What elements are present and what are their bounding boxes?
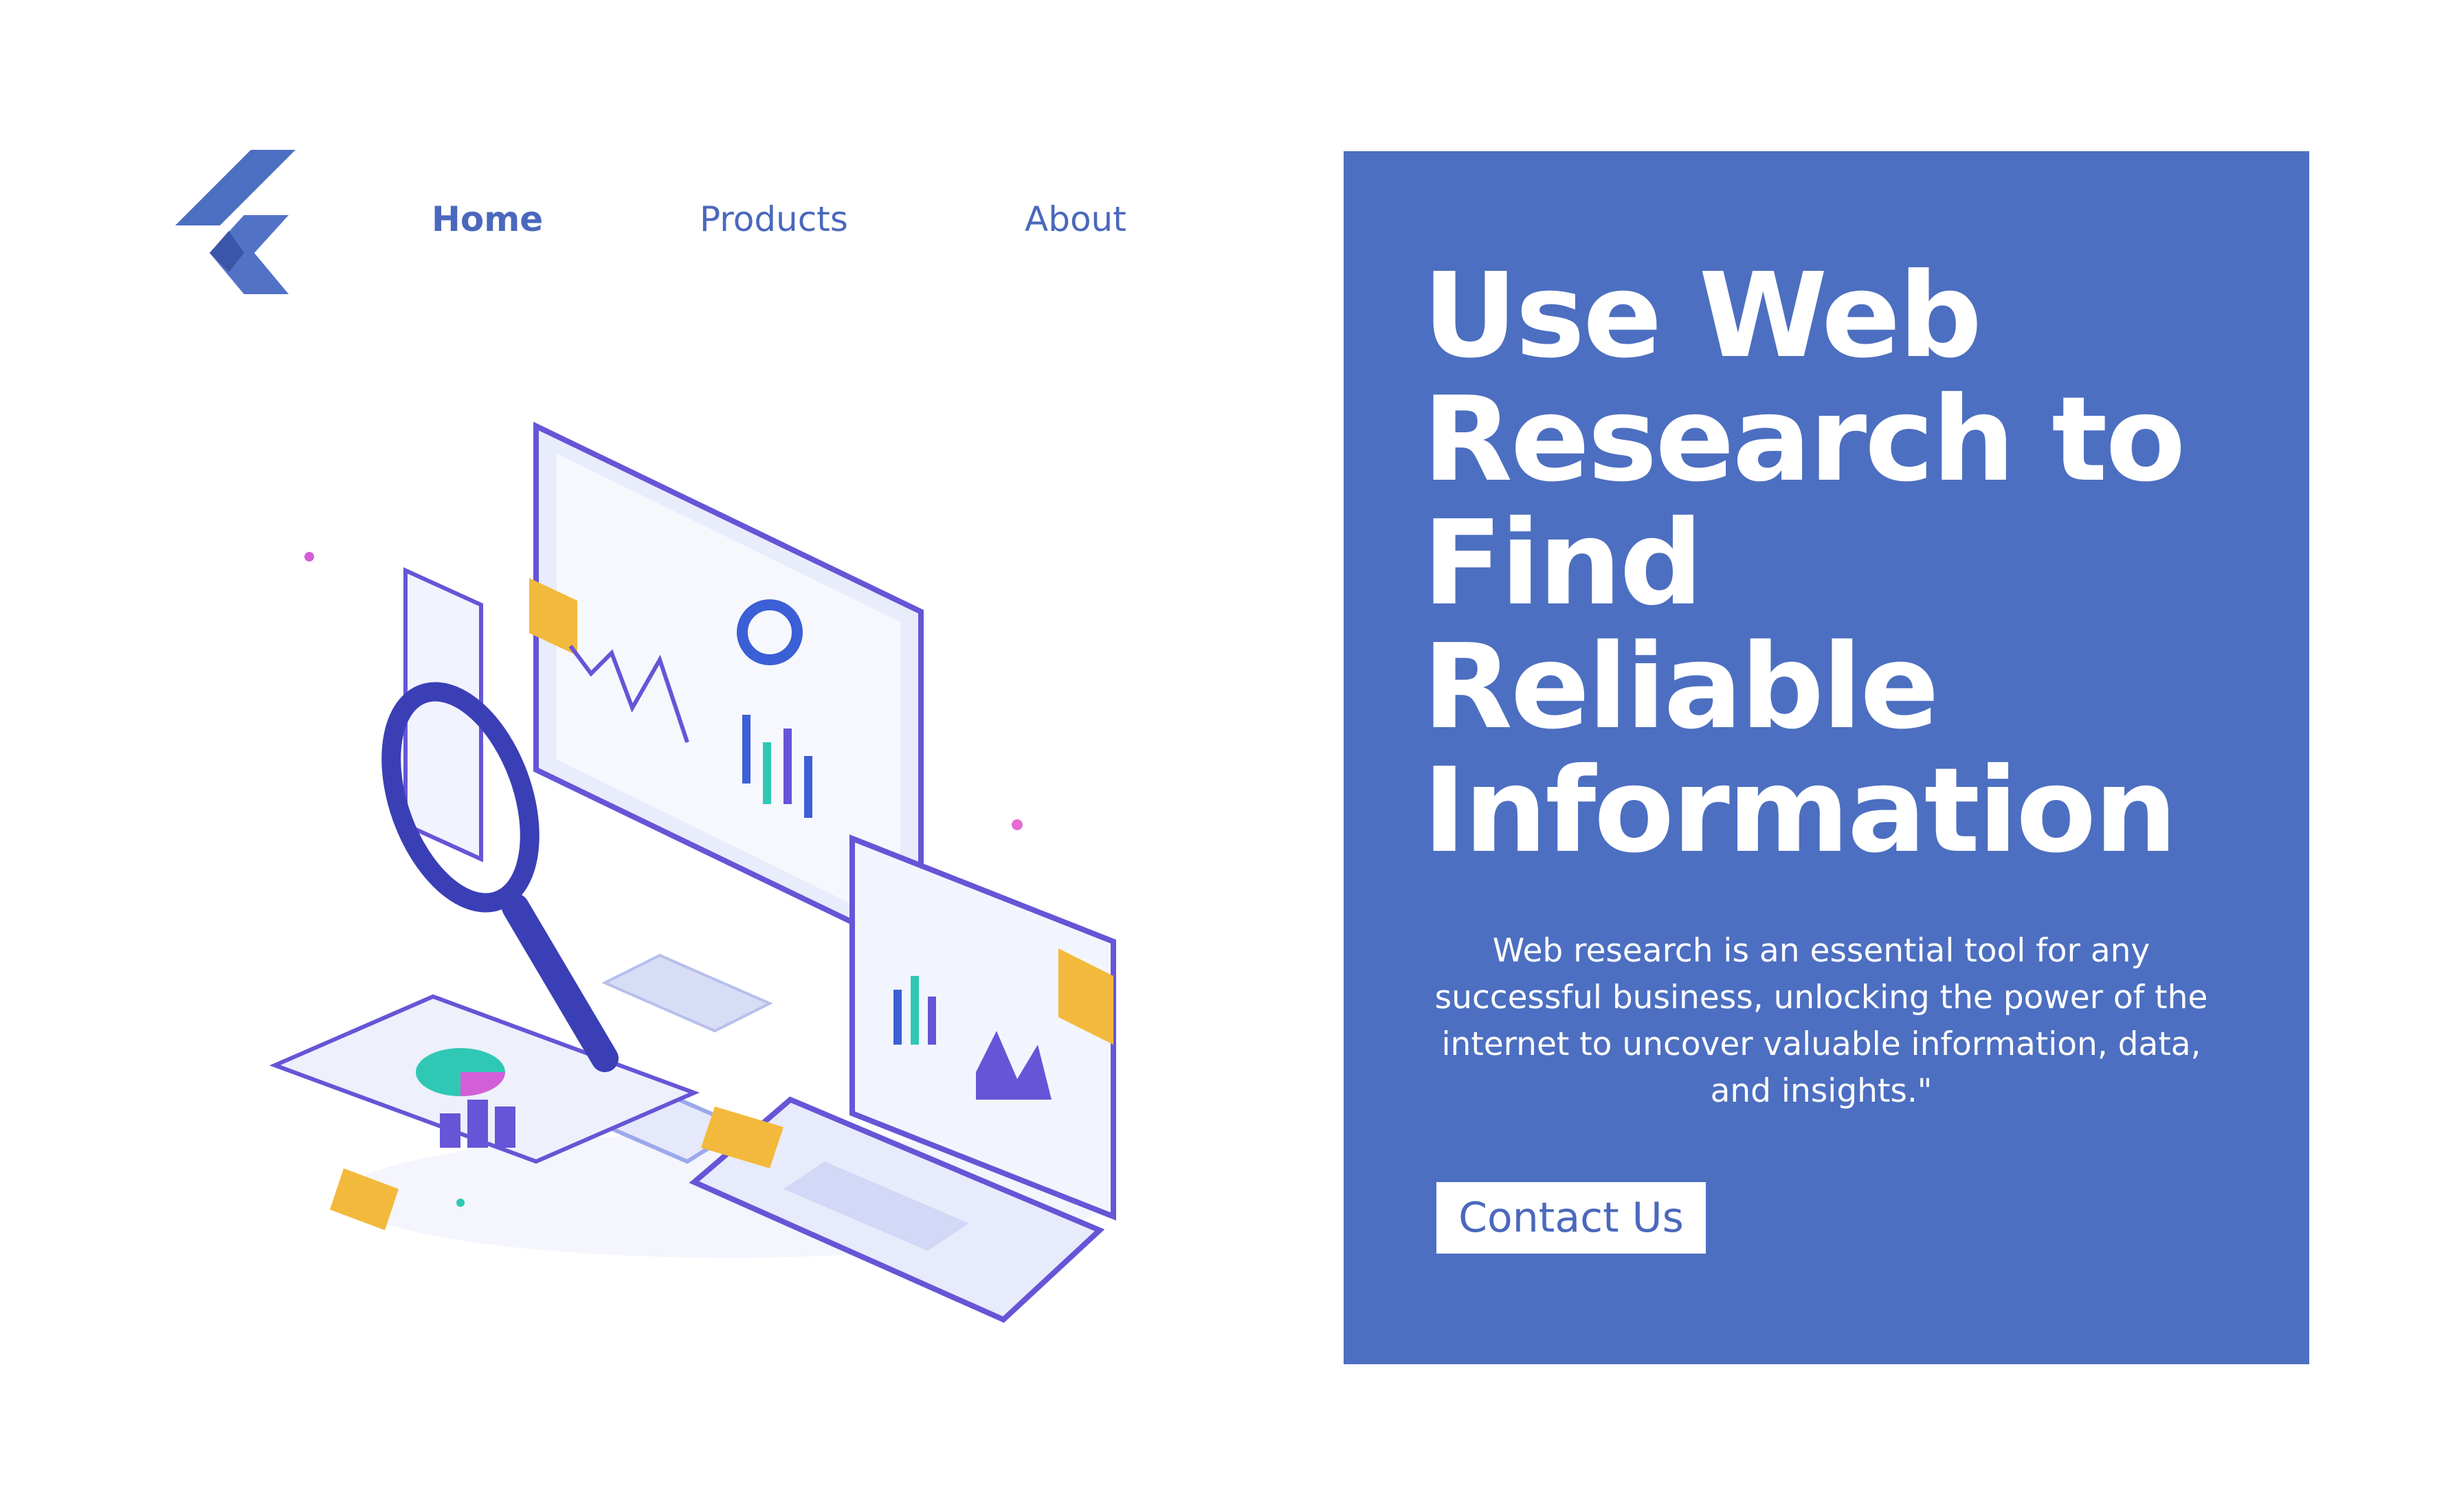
web-research-illustration [269,421,1116,1323]
hero-description: Web research is an essential tool for an… [1434,932,2208,1110]
hero-panel: Use Web Research to Find Reliable Inform… [1344,151,2309,1364]
headline-line: Research to [1423,372,2186,508]
main-nav: Home Products About [0,199,1306,247]
headline-line: Find [1423,496,1703,632]
nav-item-products[interactable]: Products [700,199,848,239]
headline-line: Reliable [1423,619,1939,755]
headline-line: Information [1423,743,2177,879]
headline-line: Use Web [1423,248,1982,384]
contact-us-button[interactable]: Contact Us [1436,1182,1706,1254]
nav-item-about[interactable]: About [1025,199,1126,239]
hero-headline: Use Web Research to Find Reliable Inform… [1423,254,2289,873]
nav-item-home[interactable]: Home [432,199,543,239]
